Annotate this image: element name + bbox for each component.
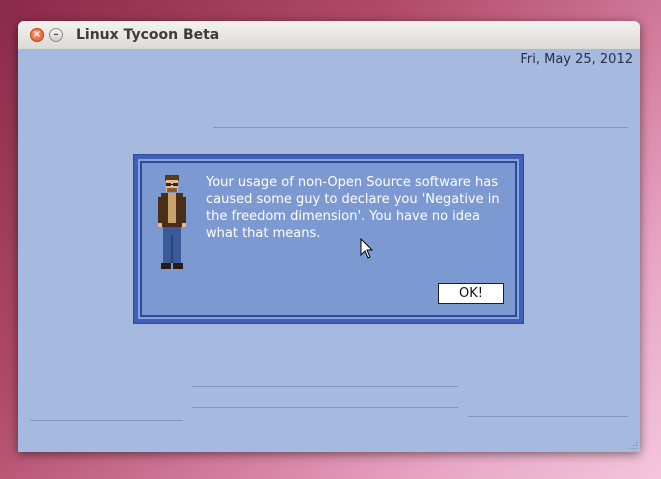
divider-line <box>30 420 183 421</box>
window-title: Linux Tycoon Beta <box>76 27 220 43</box>
divider-line <box>192 386 458 387</box>
message-dialog: Your usage of non-Open Source software h… <box>134 155 523 323</box>
pixel-character-icon <box>158 175 186 269</box>
ok-button[interactable]: OK! <box>438 283 504 304</box>
divider-line <box>468 416 628 417</box>
title-bar[interactable]: × – Linux Tycoon Beta <box>18 21 640 50</box>
app-window: × – Linux Tycoon Beta Fri, May 25, 2012 <box>18 21 640 452</box>
resize-grip-icon[interactable] <box>630 442 638 450</box>
divider-line <box>192 407 458 408</box>
close-icon[interactable]: × <box>30 28 44 42</box>
divider-line <box>213 127 628 128</box>
dialog-message: Your usage of non-Open Source software h… <box>206 175 500 241</box>
minimize-icon[interactable]: – <box>49 28 63 42</box>
date-label: Fri, May 25, 2012 <box>520 52 633 67</box>
mouse-pointer-icon <box>360 238 374 259</box>
